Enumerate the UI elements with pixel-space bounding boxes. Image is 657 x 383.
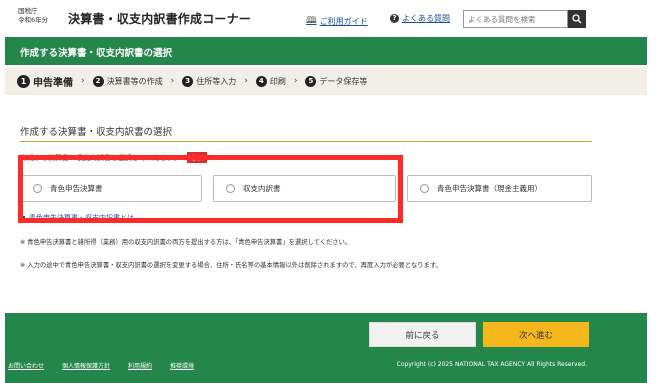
option-blue-return[interactable]: 青色申告決算書 bbox=[20, 175, 202, 202]
step-label: 決算書等の作成 bbox=[106, 76, 163, 86]
section-header-title: 作成する決算書・収支内訳書の選択 bbox=[20, 48, 173, 59]
step-1: 1 申告準備 bbox=[17, 74, 73, 89]
step-5: 5 データ保存等 bbox=[305, 75, 368, 87]
back-button[interactable]: 前に戻る bbox=[369, 322, 476, 347]
radio-button[interactable] bbox=[420, 184, 429, 193]
footer-link-terms[interactable]: 利用規約 bbox=[128, 361, 152, 370]
chevron-right-icon: › bbox=[244, 76, 248, 86]
footer: 前に戻る 次へ進む お問い合わせ 個人情報保護方針 利用規約 推奨環境 Copy… bbox=[5, 313, 647, 383]
faq-link[interactable]: ? よくある質問 bbox=[390, 13, 450, 24]
step-2: 2 決算書等の作成 bbox=[92, 75, 163, 87]
faq-link-label: よくある質問 bbox=[402, 14, 450, 23]
bullet-square-icon bbox=[20, 215, 25, 221]
book-icon: 🕮 bbox=[306, 16, 317, 26]
page-title: 作成する決算書・収支内訳書の選択 bbox=[20, 127, 173, 138]
radio-button[interactable] bbox=[226, 184, 235, 193]
footer-links: お問い合わせ 個人情報保護方針 利用規約 推奨環境 bbox=[8, 361, 194, 370]
guide-link-label: ご利用ガイド bbox=[319, 16, 368, 26]
instruction-label: 作成する決算書・収支内訳書を選択してください。 bbox=[20, 154, 181, 162]
step-label: 住所等入力 bbox=[196, 76, 237, 86]
note-text: ※ 青色申告決算書と雑所得（業務）用の収支内訳書の両方を提出する方は、「青色申告… bbox=[20, 239, 352, 246]
chevron-right-icon: › bbox=[170, 76, 175, 86]
title-underline bbox=[20, 141, 592, 142]
help-link-text[interactable]: 青色申告決算書・収支内訳書とは bbox=[29, 213, 134, 223]
chevron-right-icon: › bbox=[81, 76, 85, 86]
option-label: 青色申告決算書 bbox=[50, 184, 103, 193]
step-number: 4 bbox=[255, 75, 267, 87]
step-label: データ保存等 bbox=[319, 76, 368, 86]
instruction-text: 作成する決算書・収支内訳書を選択してください。 必須 bbox=[20, 152, 207, 163]
footer-link-contact[interactable]: お問い合わせ bbox=[8, 361, 44, 370]
agency-label: 国税庁 令和6年分 bbox=[18, 7, 48, 25]
search-icon bbox=[572, 14, 582, 24]
faq-search-input[interactable] bbox=[463, 10, 568, 28]
step-number: 2 bbox=[92, 75, 104, 87]
step-progress: 1 申告準備 › 2 決算書等の作成 › 3 住所等入力 › 4 印刷 › 5 … bbox=[5, 67, 647, 95]
option-label: 収支内訳書 bbox=[243, 184, 281, 193]
main-content: 作成する決算書・収支内訳書の選択 作成する決算書・収支内訳書を選択してください。… bbox=[5, 97, 647, 313]
step-number: 5 bbox=[305, 75, 317, 87]
help-link[interactable]: 青色申告決算書・収支内訳書とは bbox=[20, 213, 134, 223]
option-blue-return-cash[interactable]: 青色申告決算書（現金主義用） bbox=[407, 175, 592, 202]
option-income-statement[interactable]: 収支内訳書 bbox=[213, 175, 396, 202]
search-button[interactable] bbox=[568, 10, 586, 28]
note-text: ※ 入力の途中で青色申告決算書・収支内訳書の選択を変更する場合、住所・氏名等の基… bbox=[20, 262, 442, 269]
footer-link-privacy[interactable]: 個人情報保護方針 bbox=[62, 361, 110, 370]
step-number: 3 bbox=[182, 75, 194, 87]
app-title: 決算書・収支内訳書作成コーナー bbox=[68, 12, 252, 26]
step-number: 1 bbox=[17, 74, 30, 88]
step-label: 申告準備 bbox=[33, 77, 73, 89]
required-badge: 必須 bbox=[186, 152, 207, 163]
radio-button[interactable] bbox=[33, 184, 42, 193]
guide-link[interactable]: 🕮 ご利用ガイド bbox=[306, 13, 368, 29]
chevron-right-icon: › bbox=[293, 76, 298, 86]
section-header-bar: 作成する決算書・収支内訳書の選択 bbox=[5, 37, 647, 65]
option-label: 青色申告決算書（現金主義用） bbox=[437, 184, 542, 193]
help-icon: ? bbox=[390, 14, 399, 23]
copyright: Copyright (c) 2025 NATIONAL TAX AGENCY A… bbox=[396, 361, 587, 368]
step-3: 3 住所等入力 bbox=[182, 75, 237, 87]
top-header: 国税庁 令和6年分 決算書・収支内訳書作成コーナー 🕮 ご利用ガイド ? よくあ… bbox=[0, 0, 657, 36]
next-button[interactable]: 次へ進む bbox=[483, 322, 589, 347]
agency-name: 国税庁 bbox=[18, 7, 38, 15]
step-label: 印刷 bbox=[269, 76, 286, 86]
step-4: 4 印刷 bbox=[255, 75, 286, 87]
footer-link-environment[interactable]: 推奨環境 bbox=[170, 361, 194, 370]
tax-year: 令和6年分 bbox=[18, 16, 49, 24]
